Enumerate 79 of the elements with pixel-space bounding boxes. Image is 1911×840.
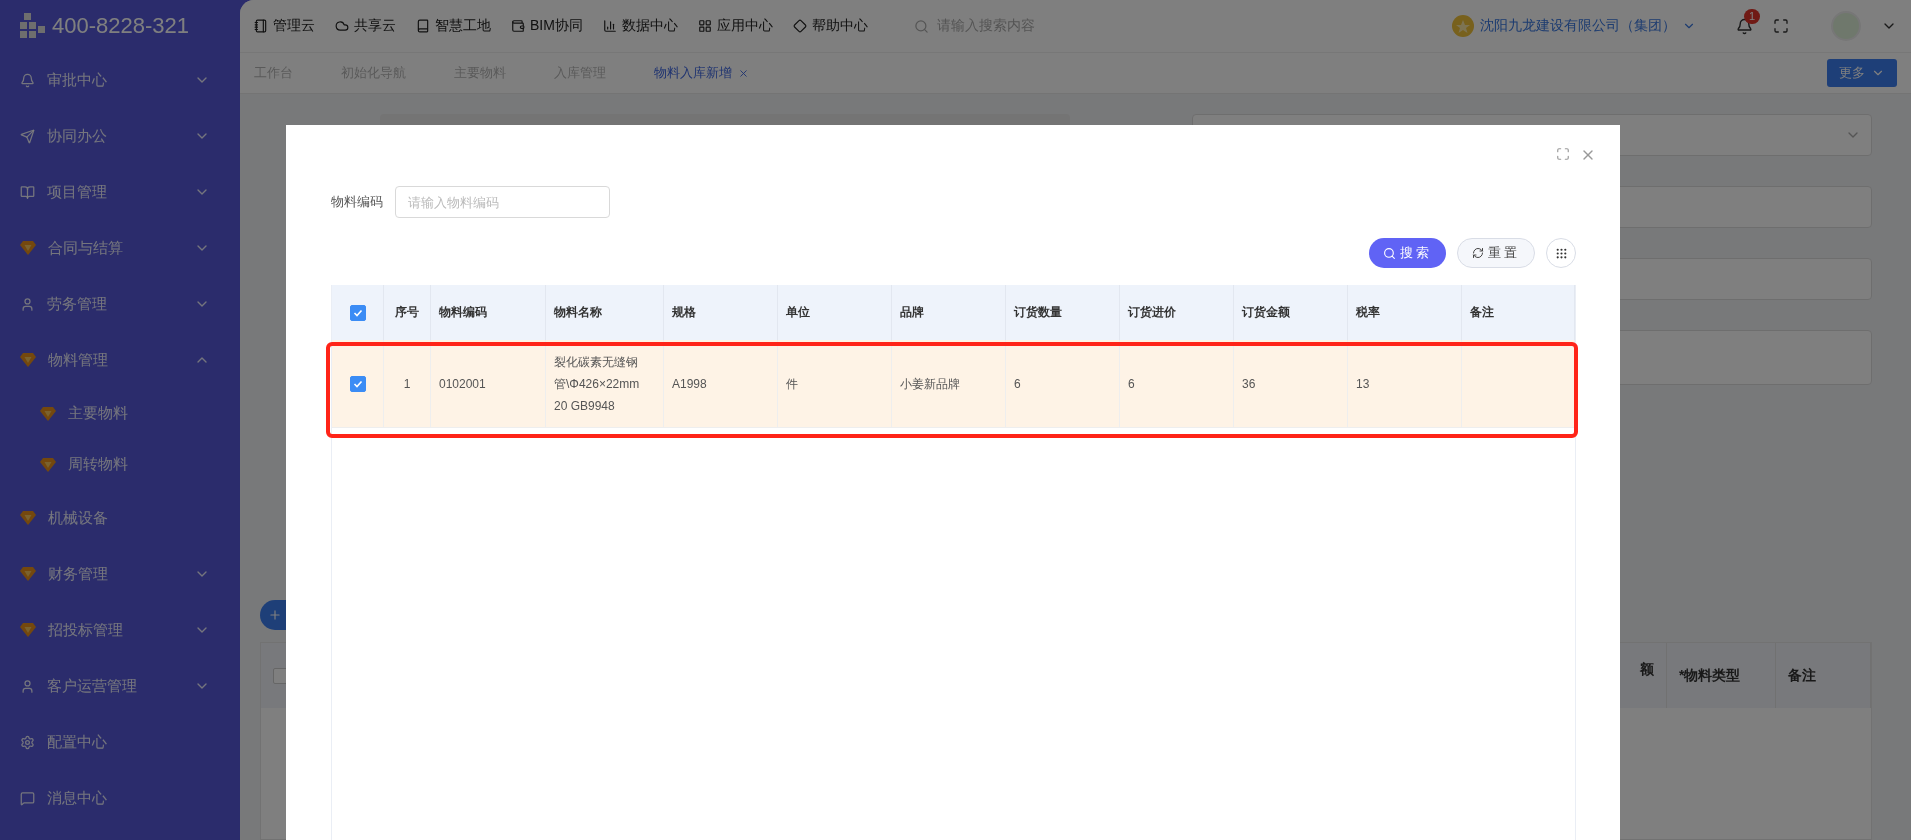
- nav-link[interactable]: 共享云: [335, 17, 396, 35]
- table-row[interactable]: 1 0102001 裂化碳素无缝钢管\Φ426×22mm 20 GB9948 A1998 件 小姜新品牌 6 6 36 13: [332, 340, 1575, 428]
- fullscreen-icon[interactable]: [1773, 18, 1789, 34]
- sidebar-item[interactable]: 项目管理: [0, 164, 240, 220]
- table-cell-text: 6: [1128, 375, 1135, 393]
- sidebar-item[interactable]: 机械设备: [0, 490, 240, 546]
- checkbox[interactable]: [349, 304, 366, 321]
- sidebar-item[interactable]: 招投标管理: [0, 602, 240, 658]
- search-button[interactable]: 搜索: [1369, 238, 1446, 268]
- search-icon: [1383, 246, 1396, 260]
- table-cell-text: 6: [1014, 375, 1021, 393]
- column-settings-button[interactable]: [1546, 238, 1576, 268]
- nav-link[interactable]: 应用中心: [697, 17, 773, 35]
- sidebar-item[interactable]: 劳务管理: [0, 276, 240, 332]
- gem-icon: [40, 406, 56, 421]
- sidebar-subitem[interactable]: 周转物料: [0, 439, 240, 490]
- sidebar-item[interactable]: 配置中心: [0, 714, 240, 770]
- reset-button[interactable]: 重置: [1457, 238, 1535, 268]
- gem-icon: [20, 353, 36, 367]
- book-icon: [20, 184, 35, 200]
- table-cell-text: 0102001: [439, 375, 486, 393]
- book-icon: [416, 19, 430, 33]
- column-header: *物料类型: [1667, 643, 1776, 708]
- nav-link[interactable]: 帮助中心: [792, 17, 868, 35]
- table-cell-text: 13: [1356, 375, 1370, 393]
- table-cell-text: A1998: [672, 375, 707, 393]
- sidebar-item[interactable]: 财务管理: [0, 546, 240, 602]
- logo-icon: [20, 13, 48, 39]
- check-icon: [352, 307, 363, 318]
- company-logo-icon: [1452, 15, 1474, 37]
- gem-icon: [20, 241, 36, 255]
- gem-icon: [20, 623, 36, 637]
- sidebar-item[interactable]: 物料管理: [0, 332, 240, 388]
- notification-badge: 1: [1744, 8, 1761, 24]
- company-switcher[interactable]: 沈阳九龙建设有限公司（集团）: [1452, 15, 1696, 37]
- sidebar-item[interactable]: 合同与结算: [0, 220, 240, 276]
- gem-icon: [40, 457, 56, 472]
- notebook-icon: [254, 19, 268, 33]
- send-icon: [20, 128, 35, 144]
- search-icon: [913, 18, 929, 34]
- settings-icon: [20, 734, 35, 750]
- checkbox[interactable]: [349, 375, 366, 392]
- input-field[interactable]: 请输入物料编码: [395, 186, 610, 218]
- table-cell-text: 1: [403, 375, 411, 393]
- user-icon: [20, 296, 35, 312]
- diamond-icon: [792, 19, 807, 33]
- field-label: 物料编码: [331, 193, 383, 211]
- table-cell-text: 36: [1242, 375, 1256, 393]
- more-button[interactable]: 更多: [1827, 59, 1897, 87]
- cloud-icon: [335, 19, 349, 33]
- sidebar-item[interactable]: 协同办公: [0, 108, 240, 164]
- sidebar-item[interactable]: 客户运营管理: [0, 658, 240, 714]
- nav-link[interactable]: 管理云: [254, 17, 315, 35]
- user-icon: [20, 678, 35, 694]
- message-icon: [20, 790, 35, 806]
- table-cell-text: 小姜新品牌: [900, 375, 960, 393]
- refresh-icon: [1472, 247, 1484, 259]
- nav-link[interactable]: 智慧工地: [416, 17, 491, 35]
- column-header: 备注: [1776, 643, 1871, 708]
- grid-icon: [697, 19, 712, 33]
- bar-chart-icon: [602, 19, 617, 33]
- tab[interactable]: 物料入库新增: [654, 64, 773, 82]
- grid-icon: [1554, 246, 1568, 260]
- close-icon[interactable]: [738, 67, 749, 79]
- gem-icon: [20, 511, 36, 525]
- fullscreen-icon[interactable]: [1556, 147, 1570, 161]
- table-cell-text: 件: [786, 375, 798, 393]
- sidebar-item[interactable]: 审批中心: [0, 52, 240, 108]
- gem-icon: [20, 567, 36, 581]
- nav-link[interactable]: 数据中心: [602, 17, 678, 35]
- plus-icon: [268, 608, 282, 622]
- wallet-icon: [511, 19, 525, 33]
- sidebar-item[interactable]: 消息中心: [0, 770, 240, 826]
- sidebar-subitem[interactable]: 主要物料: [0, 388, 240, 439]
- check-icon: [352, 378, 363, 389]
- bell-icon: [20, 72, 35, 88]
- table-cell-text: 裂化碳素无缝钢管\Φ426×22mm 20 GB9948: [554, 353, 641, 415]
- nav-link[interactable]: BIM协同: [511, 17, 583, 35]
- phone-number: 400-8228-321: [52, 13, 189, 39]
